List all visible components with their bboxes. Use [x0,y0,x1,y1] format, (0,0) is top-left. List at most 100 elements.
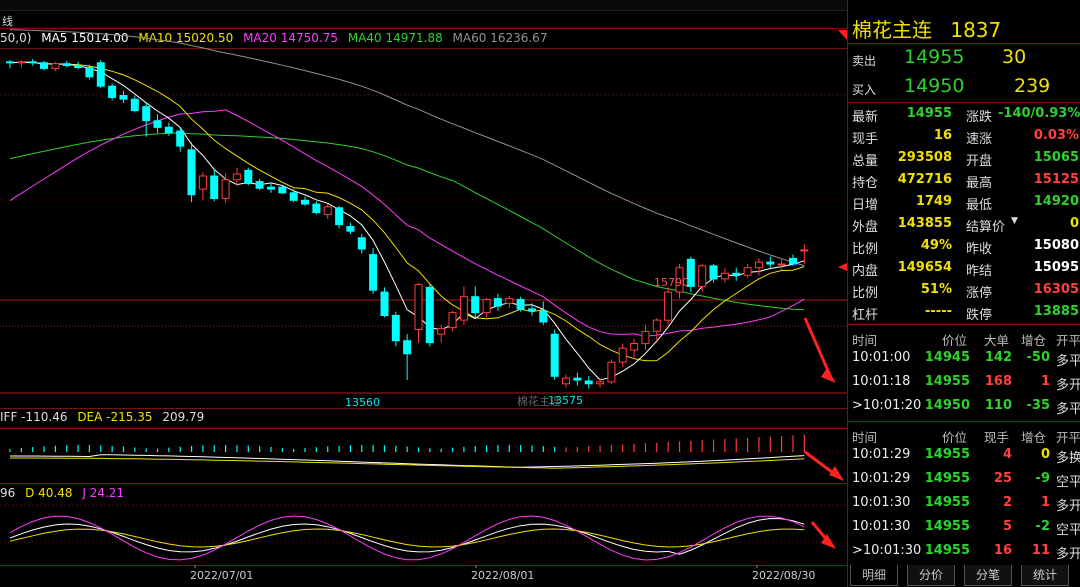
stat-label: 现手 [852,132,879,147]
trade-price: 14955 [924,519,970,534]
buy-label: 买入 [852,83,877,97]
tab-ticks[interactable]: 分笔 [964,565,1012,586]
candle-down [380,291,389,317]
stat-value: 15125 [1033,172,1079,187]
stat-label: 比例 [852,286,879,301]
stat-value: -140/0.93% [998,106,1080,121]
trade-time: 10:01:30 [852,519,911,534]
trade-change: 1 [1040,374,1050,389]
candle-up [618,347,627,363]
stat-value: 0 [1069,216,1079,231]
candle-down [85,66,94,78]
candle-down [403,340,412,355]
trade-row: >10:01:20 14950 110 -35 多平 [848,394,1080,418]
stat-row: 日增 1749 最低 14920 [848,192,1080,213]
tab-price-distribution[interactable]: 分价 [907,565,955,586]
quote-panel: 棉花主连 1837 卖出 14955 30 买入 14950 239 最新 149… [847,0,1080,587]
candle-down [210,175,219,199]
tab-detail[interactable]: 明细 [850,565,898,586]
tab-statistics[interactable]: 统计 [1021,565,1069,586]
candle-down [130,98,139,112]
stat-value: 1749 [915,194,952,209]
stat-label: 总量 [852,154,879,169]
trade-change: -35 [1026,398,1051,413]
kline-chart-area[interactable]: 50,0) MA5 15014.00 MA10 15020.50 MA20 14… [0,0,847,587]
stat-row: 比例 49% 昨收 15080 [848,236,1080,257]
trade-row: 10:01:29 14955 25 -9 空平 [848,467,1080,491]
candle-down [6,61,14,64]
candle-up [323,206,332,215]
candle-down [528,308,536,312]
trade-row: 10:01:30 14955 2 1 多开 [848,491,1080,515]
candle-down [539,310,548,323]
contract-code: 1837 [950,18,1002,42]
trade-price: 14955 [924,374,970,389]
trade-change: 0 [1040,447,1050,462]
candle-up [596,381,605,385]
stat-value: 16305 [1033,282,1079,297]
candle-up [221,179,230,199]
candle-down [142,106,151,122]
stat-row: 外盘 143855 结算价 ▼ 0 [848,214,1080,235]
candle-down [425,286,434,344]
sell-label: 卖出 [852,54,877,68]
stat-value: 0.03% [1033,128,1079,143]
stat-row: 杠杆 ----- 跌停 13885 [848,302,1080,323]
trade-kind: 多平 [1056,354,1080,369]
tick-header: 时间 价位 现手 增仓 开平 [848,423,1080,445]
trade-volume: 168 [984,374,1012,389]
stat-value: 149654 [897,260,952,275]
candlestick-chart[interactable]: 1579013560 13575棉花主连 [0,0,847,587]
candle-up [448,312,457,329]
candle-down [108,85,117,98]
stat-label: 最高 [966,176,993,191]
candle-up [414,284,423,331]
dea-line [10,457,805,469]
trade-time: >10:01:20 [852,398,922,413]
kdj-j-line [9,515,805,561]
stat-value: 472716 [897,172,952,187]
candle-down [471,296,480,314]
candle-down [391,314,400,342]
trade-row: >10:01:30 14955 16 11 多开 [848,539,1080,563]
trade-volume: 16 [993,543,1012,558]
stat-label: 比例 [852,242,879,257]
candle-up [459,296,468,321]
candle-down [301,199,309,205]
stat-label: 日增 [852,198,879,213]
stat-value: 143855 [897,216,952,231]
contract-name: 棉花主连 [852,18,932,42]
candle-down [732,272,741,276]
candle-up [562,377,570,385]
stat-value: 15080 [1033,238,1079,253]
price-marker-icon [838,263,847,271]
watermark-label: 棉花主连 [517,394,561,408]
stat-label: 昨结 [966,264,993,279]
sell-volume: 30 [1002,46,1027,68]
candle-up [198,175,207,190]
stat-row: 现手 16 速涨 0.03% [848,126,1080,147]
trade-change: -2 [1035,519,1050,534]
trade-volume: 110 [984,398,1012,413]
stat-label: 跌停 [966,308,993,323]
stat-value: 293508 [897,150,952,165]
trade-time: 10:01:18 [852,374,911,389]
buy-price: 14950 [904,75,965,97]
candle-down [289,192,298,201]
big-order-header: 时间 价位 大单 增仓 开平 [848,326,1080,348]
candle-down [244,169,253,184]
stat-value: 14955 [906,106,952,121]
candle-up [607,361,616,383]
stat-label: 杠杆 [852,308,879,323]
trade-row: 10:01:30 14955 5 -2 空平 [848,515,1080,539]
stat-value: 14920 [1033,194,1079,209]
candle-up [777,263,786,266]
candle-up [743,267,752,276]
candle-down [346,226,355,232]
candle-up [800,249,809,252]
trade-time: 10:01:30 [852,495,911,510]
trade-price: 14950 [924,398,970,413]
candle-down [573,377,582,381]
stat-value: ----- [925,304,952,319]
candle-down [119,95,128,100]
